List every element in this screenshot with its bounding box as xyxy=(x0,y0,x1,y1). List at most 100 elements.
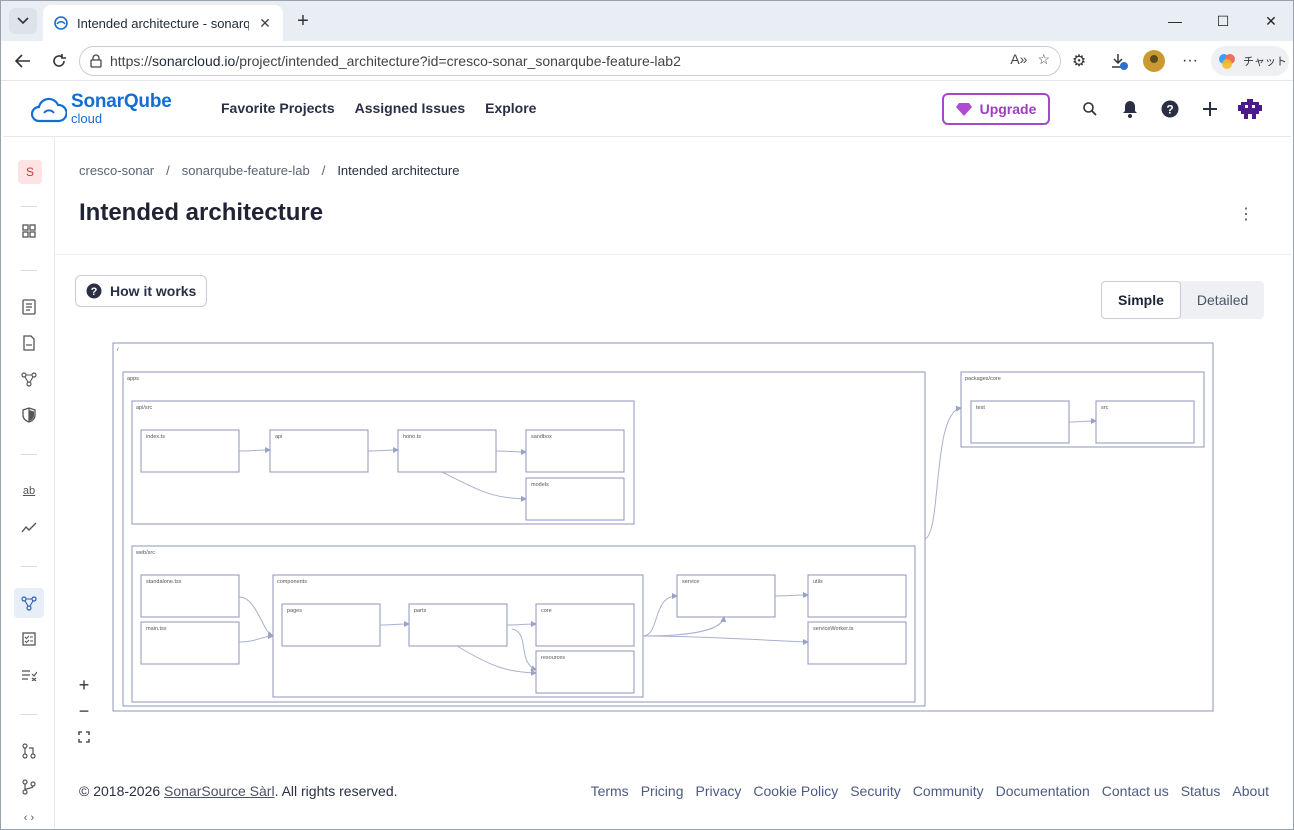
rules-list-icon[interactable] xyxy=(14,660,44,690)
root-group xyxy=(112,342,1214,712)
label-utils: utils xyxy=(813,579,823,585)
downloads-icon[interactable] xyxy=(1105,48,1133,74)
title-divider xyxy=(55,254,1291,255)
copyright-suffix: . All rights reserved. xyxy=(274,783,398,799)
browser-tab[interactable]: Intended architecture - sonarqube- ✕ xyxy=(43,5,283,41)
rail-divider xyxy=(21,566,37,567)
main-content: cresco-sonar / sonarqube-feature-lab / I… xyxy=(55,138,1291,829)
node-api[interactable] xyxy=(269,429,369,473)
new-tab-button[interactable]: + xyxy=(291,9,315,33)
minimize-icon[interactable]: — xyxy=(1151,1,1199,41)
rail-divider xyxy=(21,206,37,207)
nav-explore[interactable]: Explore xyxy=(485,100,536,116)
nav-favorite-projects[interactable]: Favorite Projects xyxy=(221,100,335,116)
breadcrumb-separator: / xyxy=(166,163,170,178)
fit-screen-icon xyxy=(78,731,90,743)
footer-link-about[interactable]: About xyxy=(1232,783,1269,799)
tab-list-button[interactable] xyxy=(9,8,37,34)
breadcrumb-project[interactable]: sonarqube-feature-lab xyxy=(182,163,310,178)
organization-badge[interactable]: S xyxy=(18,160,42,184)
issues-icon[interactable] xyxy=(14,292,44,322)
extensions-icon[interactable]: ⚙ xyxy=(1065,48,1093,74)
profile-avatar[interactable] xyxy=(1140,48,1168,74)
security-hotspots-icon[interactable] xyxy=(14,328,44,358)
page-title: Intended architecture xyxy=(79,199,324,226)
measures-icon[interactable]: ab xyxy=(14,476,44,506)
edge xyxy=(495,448,527,455)
dependencies-icon[interactable] xyxy=(14,364,44,394)
breadcrumb-separator: / xyxy=(321,163,326,178)
fit-view-button[interactable] xyxy=(69,724,99,750)
architecture-icon[interactable] xyxy=(14,588,44,618)
zoom-in-button[interactable]: + xyxy=(69,672,99,698)
label-pages: pages xyxy=(287,608,302,614)
view-simple-button[interactable]: Simple xyxy=(1101,281,1181,319)
edge xyxy=(238,633,274,643)
architecture-diagram[interactable]: / apps api/src web/src components packag… xyxy=(112,342,1214,712)
footer-link-community[interactable]: Community xyxy=(913,783,984,799)
edge xyxy=(1068,418,1097,425)
search-icon[interactable] xyxy=(1079,98,1101,120)
maximize-icon[interactable]: ☐ xyxy=(1199,1,1247,41)
upgrade-button[interactable]: Upgrade xyxy=(942,93,1050,125)
label-components: components xyxy=(277,579,307,585)
notifications-bell-icon[interactable] xyxy=(1119,98,1141,120)
app-header: SonarQube cloud Favorite Projects Assign… xyxy=(3,81,1291,137)
tab-strip: Intended architecture - sonarqube- ✕ + —… xyxy=(1,1,1293,41)
label-hono: hono.ts xyxy=(403,434,421,440)
favorite-star-icon[interactable]: ☆ xyxy=(1037,51,1050,68)
pull-requests-icon[interactable] xyxy=(14,736,44,766)
sonar-favicon-icon xyxy=(54,16,68,30)
footer-link-pricing[interactable]: Pricing xyxy=(641,783,684,799)
more-options-icon[interactable]: ··· xyxy=(1176,48,1204,74)
copilot-button[interactable]: チャット xyxy=(1211,46,1289,76)
site-info-icon[interactable] xyxy=(88,53,104,72)
label-core: core xyxy=(541,608,552,614)
nav-assigned-issues[interactable]: Assigned Issues xyxy=(355,100,466,116)
overview-icon[interactable] xyxy=(14,216,44,246)
checklist-icon[interactable] xyxy=(14,624,44,654)
label-web-src: web/src xyxy=(135,550,155,556)
view-detailed-button[interactable]: Detailed xyxy=(1181,281,1264,319)
user-avatar[interactable] xyxy=(1237,96,1263,122)
node-src[interactable] xyxy=(1095,400,1195,444)
sonar-cloud-logo-icon xyxy=(31,97,67,122)
url-scheme: https:// xyxy=(110,53,153,69)
label-service: service xyxy=(682,579,699,585)
breadcrumb-org[interactable]: cresco-sonar xyxy=(79,163,154,178)
close-window-icon[interactable]: ✕ xyxy=(1247,1,1293,41)
footer-link-contact-us[interactable]: Contact us xyxy=(1102,783,1169,799)
footer-link-status[interactable]: Status xyxy=(1181,783,1221,799)
footer-link-terms[interactable]: Terms xyxy=(591,783,629,799)
diamond-icon xyxy=(955,103,972,116)
edge xyxy=(367,447,399,454)
shield-icon[interactable] xyxy=(14,400,44,430)
url-path: /project/intended_architecture?id=cresco… xyxy=(235,53,681,69)
svg-text:?: ? xyxy=(1166,103,1173,117)
branches-icon[interactable] xyxy=(14,772,44,802)
label-index: index.ts xyxy=(146,434,165,440)
close-tab-icon[interactable]: ✕ xyxy=(257,15,273,32)
edge xyxy=(511,628,537,671)
footer-link-security[interactable]: Security xyxy=(850,783,901,799)
sonarqube-logo[interactable]: SonarQube cloud xyxy=(31,92,172,125)
reload-icon[interactable] xyxy=(45,48,73,74)
kebab-menu-icon[interactable]: ⋮ xyxy=(1238,204,1254,224)
how-it-works-button[interactable]: ? How it works xyxy=(75,275,207,307)
node-test[interactable] xyxy=(970,400,1070,444)
collapse-rail-icon[interactable]: ‹ › xyxy=(14,808,44,828)
company-link[interactable]: SonarSource Sàrl xyxy=(164,783,275,799)
address-bar[interactable]: https://sonarcloud.io/project/intended_a… xyxy=(79,46,1061,76)
zoom-out-button[interactable]: − xyxy=(69,698,99,724)
activity-trend-icon[interactable] xyxy=(14,512,44,542)
help-icon[interactable]: ? xyxy=(1159,98,1181,120)
footer-link-cookie-policy[interactable]: Cookie Policy xyxy=(753,783,838,799)
plus-icon[interactable] xyxy=(1199,98,1221,120)
read-aloud-icon[interactable]: A» xyxy=(1010,51,1027,68)
footer-link-privacy[interactable]: Privacy xyxy=(695,783,741,799)
project-side-rail: S ab ‹ › xyxy=(3,138,55,829)
footer-link-documentation[interactable]: Documentation xyxy=(996,783,1090,799)
label-root: / xyxy=(117,347,119,353)
back-icon[interactable] xyxy=(9,48,37,74)
window-controls: — ☐ ✕ xyxy=(1151,1,1293,41)
